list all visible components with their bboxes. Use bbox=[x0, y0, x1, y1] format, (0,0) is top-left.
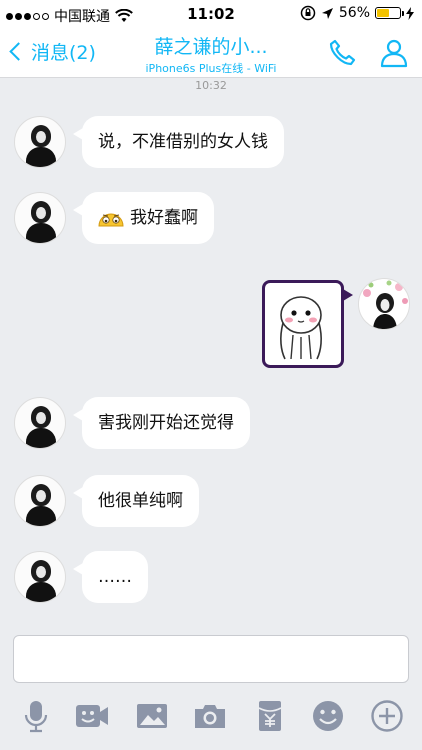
camera-icon[interactable] bbox=[193, 699, 227, 733]
message-bubble[interactable]: 说，不准借别的女人钱 bbox=[73, 116, 284, 168]
message-timestamp: 10:32 bbox=[195, 79, 227, 92]
chat-header: 消息(2) 薛之谦的小... iPhone6s Plus在线 - WiFi bbox=[0, 28, 422, 78]
my-avatar[interactable] bbox=[358, 278, 410, 330]
red-packet-icon[interactable] bbox=[253, 699, 287, 733]
contact-avatar[interactable] bbox=[14, 397, 66, 449]
contact-avatar[interactable] bbox=[14, 116, 66, 168]
status-right: 56% bbox=[300, 5, 414, 21]
rotation-lock-icon bbox=[300, 5, 316, 21]
video-icon[interactable] bbox=[75, 699, 109, 733]
message-bubble[interactable]: 我好蠢啊 bbox=[73, 192, 214, 244]
sticker-drawing bbox=[280, 296, 322, 360]
online-status: iPhone6s Plus在线 - WiFi bbox=[145, 62, 277, 75]
back-button[interactable]: 消息(2) bbox=[8, 38, 96, 65]
composer-toolbar bbox=[0, 693, 422, 743]
battery-fill bbox=[377, 9, 390, 17]
message-input[interactable] bbox=[13, 635, 409, 683]
contact-name: 薛之谦的小... bbox=[154, 36, 268, 58]
contact-profile-icon[interactable] bbox=[378, 37, 410, 69]
message-bubble[interactable]: 害我刚开始还觉得 bbox=[73, 397, 250, 449]
image-icon[interactable] bbox=[135, 699, 169, 733]
message-bubble[interactable]: 他很单纯啊 bbox=[73, 475, 199, 527]
floral-avatar-image bbox=[363, 280, 408, 329]
blushing-doodle-sticker[interactable] bbox=[262, 280, 353, 368]
contact-avatar[interactable] bbox=[14, 475, 66, 527]
message-list[interactable]: 10:32 说，不准借别的女人钱 我好蠢啊 害我刚开始还觉得 他很单纯啊 …… bbox=[0, 79, 422, 629]
awkward-face-emoji-icon bbox=[98, 213, 124, 227]
message-bubble[interactable]: …… bbox=[73, 551, 148, 603]
charging-bolt-icon bbox=[406, 6, 414, 20]
microphone-icon[interactable] bbox=[19, 699, 53, 733]
phone-call-icon[interactable] bbox=[326, 37, 358, 69]
chevron-left-icon bbox=[9, 42, 28, 61]
message-text: 我好蠢啊 bbox=[130, 208, 198, 228]
composer bbox=[0, 629, 422, 750]
contact-avatar[interactable] bbox=[14, 192, 66, 244]
battery-percent: 56% bbox=[338, 5, 370, 21]
back-label: 消息(2) bbox=[31, 42, 96, 64]
contact-avatar[interactable] bbox=[14, 551, 66, 603]
chat-title[interactable]: 薛之谦的小... iPhone6s Plus在线 - WiFi bbox=[125, 32, 297, 76]
status-bar: 中国联通 11:02 56% bbox=[0, 0, 422, 28]
location-arrow-icon bbox=[321, 7, 333, 19]
emoji-icon[interactable] bbox=[311, 699, 345, 733]
plus-icon[interactable] bbox=[370, 699, 404, 733]
battery-icon bbox=[375, 7, 404, 19]
